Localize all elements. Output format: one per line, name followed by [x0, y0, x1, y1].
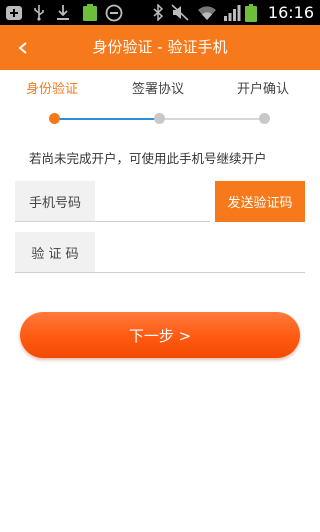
step-label-identity: 身份验证	[26, 82, 79, 97]
clock: 16:16	[267, 3, 314, 22]
step-label-sign-agreement: 签署协议	[132, 82, 185, 97]
bluetooth-icon	[150, 4, 166, 21]
hint-text: 若尚未完成开户，可使用此手机号继续开户	[29, 151, 267, 166]
send-code-button[interactable]: 发送验证码	[215, 181, 305, 222]
back-button[interactable]	[8, 25, 38, 70]
add-box-icon	[4, 4, 24, 21]
phone-underline	[15, 221, 210, 222]
phone-label: 手机号码	[15, 181, 95, 222]
code-input[interactable]	[95, 232, 305, 272]
step-label-confirm-account: 开户确认	[237, 82, 290, 97]
step-line-completed	[59, 118, 156, 120]
battery-100-icon	[80, 4, 100, 21]
signal-icon	[222, 4, 242, 21]
app-header: 身份验证 - 验证手机	[0, 25, 320, 70]
step-line-pending	[164, 118, 260, 120]
step-dot-inactive	[154, 113, 165, 124]
wifi-icon	[196, 4, 218, 21]
page-title: 身份验证 - 验证手机	[92, 38, 228, 56]
no-entry-icon	[104, 4, 124, 21]
battery-charging-icon	[243, 3, 259, 22]
status-bar: 16:16	[0, 0, 320, 25]
next-button[interactable]: 下一步 >	[20, 312, 300, 358]
code-label: 验 证 码	[15, 232, 95, 272]
download-icon	[54, 4, 72, 21]
phone-input[interactable]	[95, 181, 209, 221]
usb-icon	[30, 4, 48, 21]
step-dot-active	[49, 113, 60, 124]
code-underline	[15, 272, 305, 273]
mute-icon	[170, 4, 190, 21]
chevron-left-icon	[18, 41, 27, 54]
step-dot-inactive	[259, 113, 270, 124]
step-indicator: 身份验证 签署协议 开户确认	[0, 70, 320, 130]
